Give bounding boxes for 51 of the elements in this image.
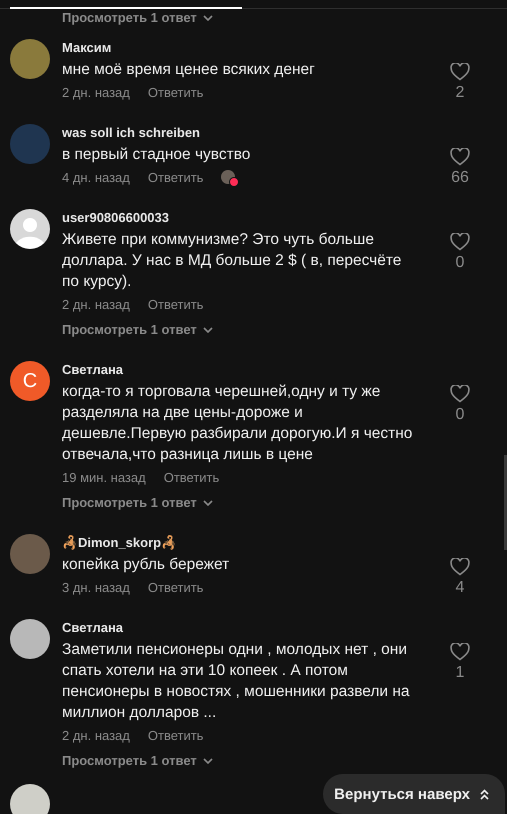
reply-link[interactable]: Ответить [148,170,204,184]
default-avatar-icon[interactable] [10,209,50,249]
heart-icon[interactable] [450,643,470,661]
avatar-photo-placeholder[interactable] [10,619,50,659]
reply-link[interactable]: Ответить [148,728,204,742]
comment-time: 3 дн. назад [62,580,130,594]
chevron-down-icon [202,326,213,332]
heart-icon[interactable] [450,385,470,403]
chevron-down-icon [202,758,213,764]
comment-text: копейка рубль бережет [62,555,230,575]
view-replies-link[interactable]: Просмотреть 1 ответ [62,322,213,337]
comment-author[interactable]: was soll ich schreiben [62,125,420,141]
comment-time: 2 дн. назад [62,84,130,100]
comment-text: когда-то я торговала черешней,одну и ту же разделяла на две цены-дороже и дешевле.Первую разбирали дорогую.И я честно отвечала,что разница лишь в цене [62,382,414,465]
comment-time: 2 дн. назад [62,728,130,742]
view-replies-link[interactable]: Просмотреть 1 ответ [62,753,213,768]
like-count: 0 [456,254,464,272]
reply-link[interactable]: Ответить [148,84,204,100]
reply-link[interactable]: Ответить [164,470,220,484]
heart-icon[interactable] [450,233,470,251]
comment-text: в первый стадное чувство [62,145,252,165]
like-count: 4 [456,579,464,597]
comment-time: 2 дн. назад [62,296,130,312]
comment-author[interactable]: Максим [62,40,420,56]
avatar-photo-placeholder[interactable] [10,784,50,814]
comment-text: Живете при коммунизме? Это чуть больше доллара. У нас в МД больше 2 $ ( в, пересчёте по курсу). [62,230,402,292]
like-count: 1 [456,664,464,682]
reply-link[interactable]: Ответить [148,296,204,312]
back-to-top-button[interactable]: Вернуться наверх [323,774,505,814]
comment-author[interactable]: Светлана [62,620,420,636]
double-chevron-up-icon [480,788,489,800]
scrollbar-thumb[interactable] [504,455,507,550]
heart-icon[interactable] [450,63,470,81]
comment-author[interactable]: Светлана [62,362,420,378]
chevron-down-icon [202,14,213,20]
comment-text: Заметили пенсионеры одни , молодых нет , они спать хотели на эти 10 копеек . А потом пенсионеры в новостях , мошенники развели на миллион долларов ... [62,640,411,723]
comment-time: 4 дн. назад [62,170,130,184]
like-count: 2 [456,84,464,102]
view-replies-link[interactable]: Просмотреть 1 ответ [62,495,213,510]
comment-text: мне моё время ценее всяких денег [62,60,316,80]
like-count: 0 [456,406,464,424]
heart-icon[interactable] [450,148,470,166]
reply-link[interactable]: Ответить [148,580,204,594]
like-count: 66 [451,169,469,187]
comment-time: 19 мин. назад [62,470,146,484]
view-replies-link[interactable]: Просмотреть 1 ответ [62,10,213,25]
avatar-letter[interactable]: С [10,361,50,401]
comment-author[interactable]: user90806600033 [62,210,420,226]
chevron-down-icon [202,500,213,506]
comment-author[interactable]: 🦂Dimon_skorp🦂 [62,535,420,551]
heart-icon[interactable] [450,558,470,576]
